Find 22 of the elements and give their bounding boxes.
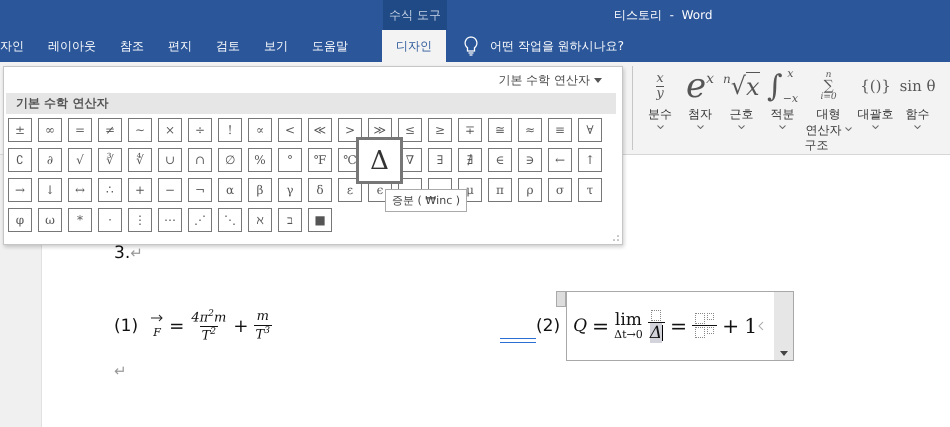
- math-variable: F: [153, 326, 161, 338]
- math-limit: lim Δt→0: [614, 312, 643, 340]
- tooltip: 증분 ( ₩inc ): [385, 189, 468, 212]
- window-title: 티스토리 - Word: [614, 6, 712, 24]
- math-operator: +: [722, 314, 740, 338]
- math-operator: =: [169, 316, 184, 336]
- equation-number: (2): [536, 316, 560, 336]
- math-fraction: m T$^{3}$: [254, 309, 272, 343]
- paragraph-text: 3.: [114, 243, 130, 263]
- equation-number: (1): [114, 316, 138, 336]
- math-operator: +: [233, 316, 249, 336]
- category-header: 기본 수학 연산자: [6, 93, 616, 114]
- math-fraction: Δ: [648, 308, 665, 344]
- group-label: 구조: [804, 138, 830, 152]
- math-operator: =: [670, 314, 688, 338]
- math-operator: =: [592, 314, 610, 338]
- math-number: 1: [744, 314, 758, 338]
- math-text: Q: [573, 316, 588, 336]
- paragraph-mark: ↵: [130, 244, 143, 262]
- math-fraction: 4π$^{2}$m T$^{2}$: [190, 308, 228, 344]
- context-tab-header: 수식 도구: [383, 0, 447, 30]
- paragraph-mark: ↵: [114, 362, 127, 380]
